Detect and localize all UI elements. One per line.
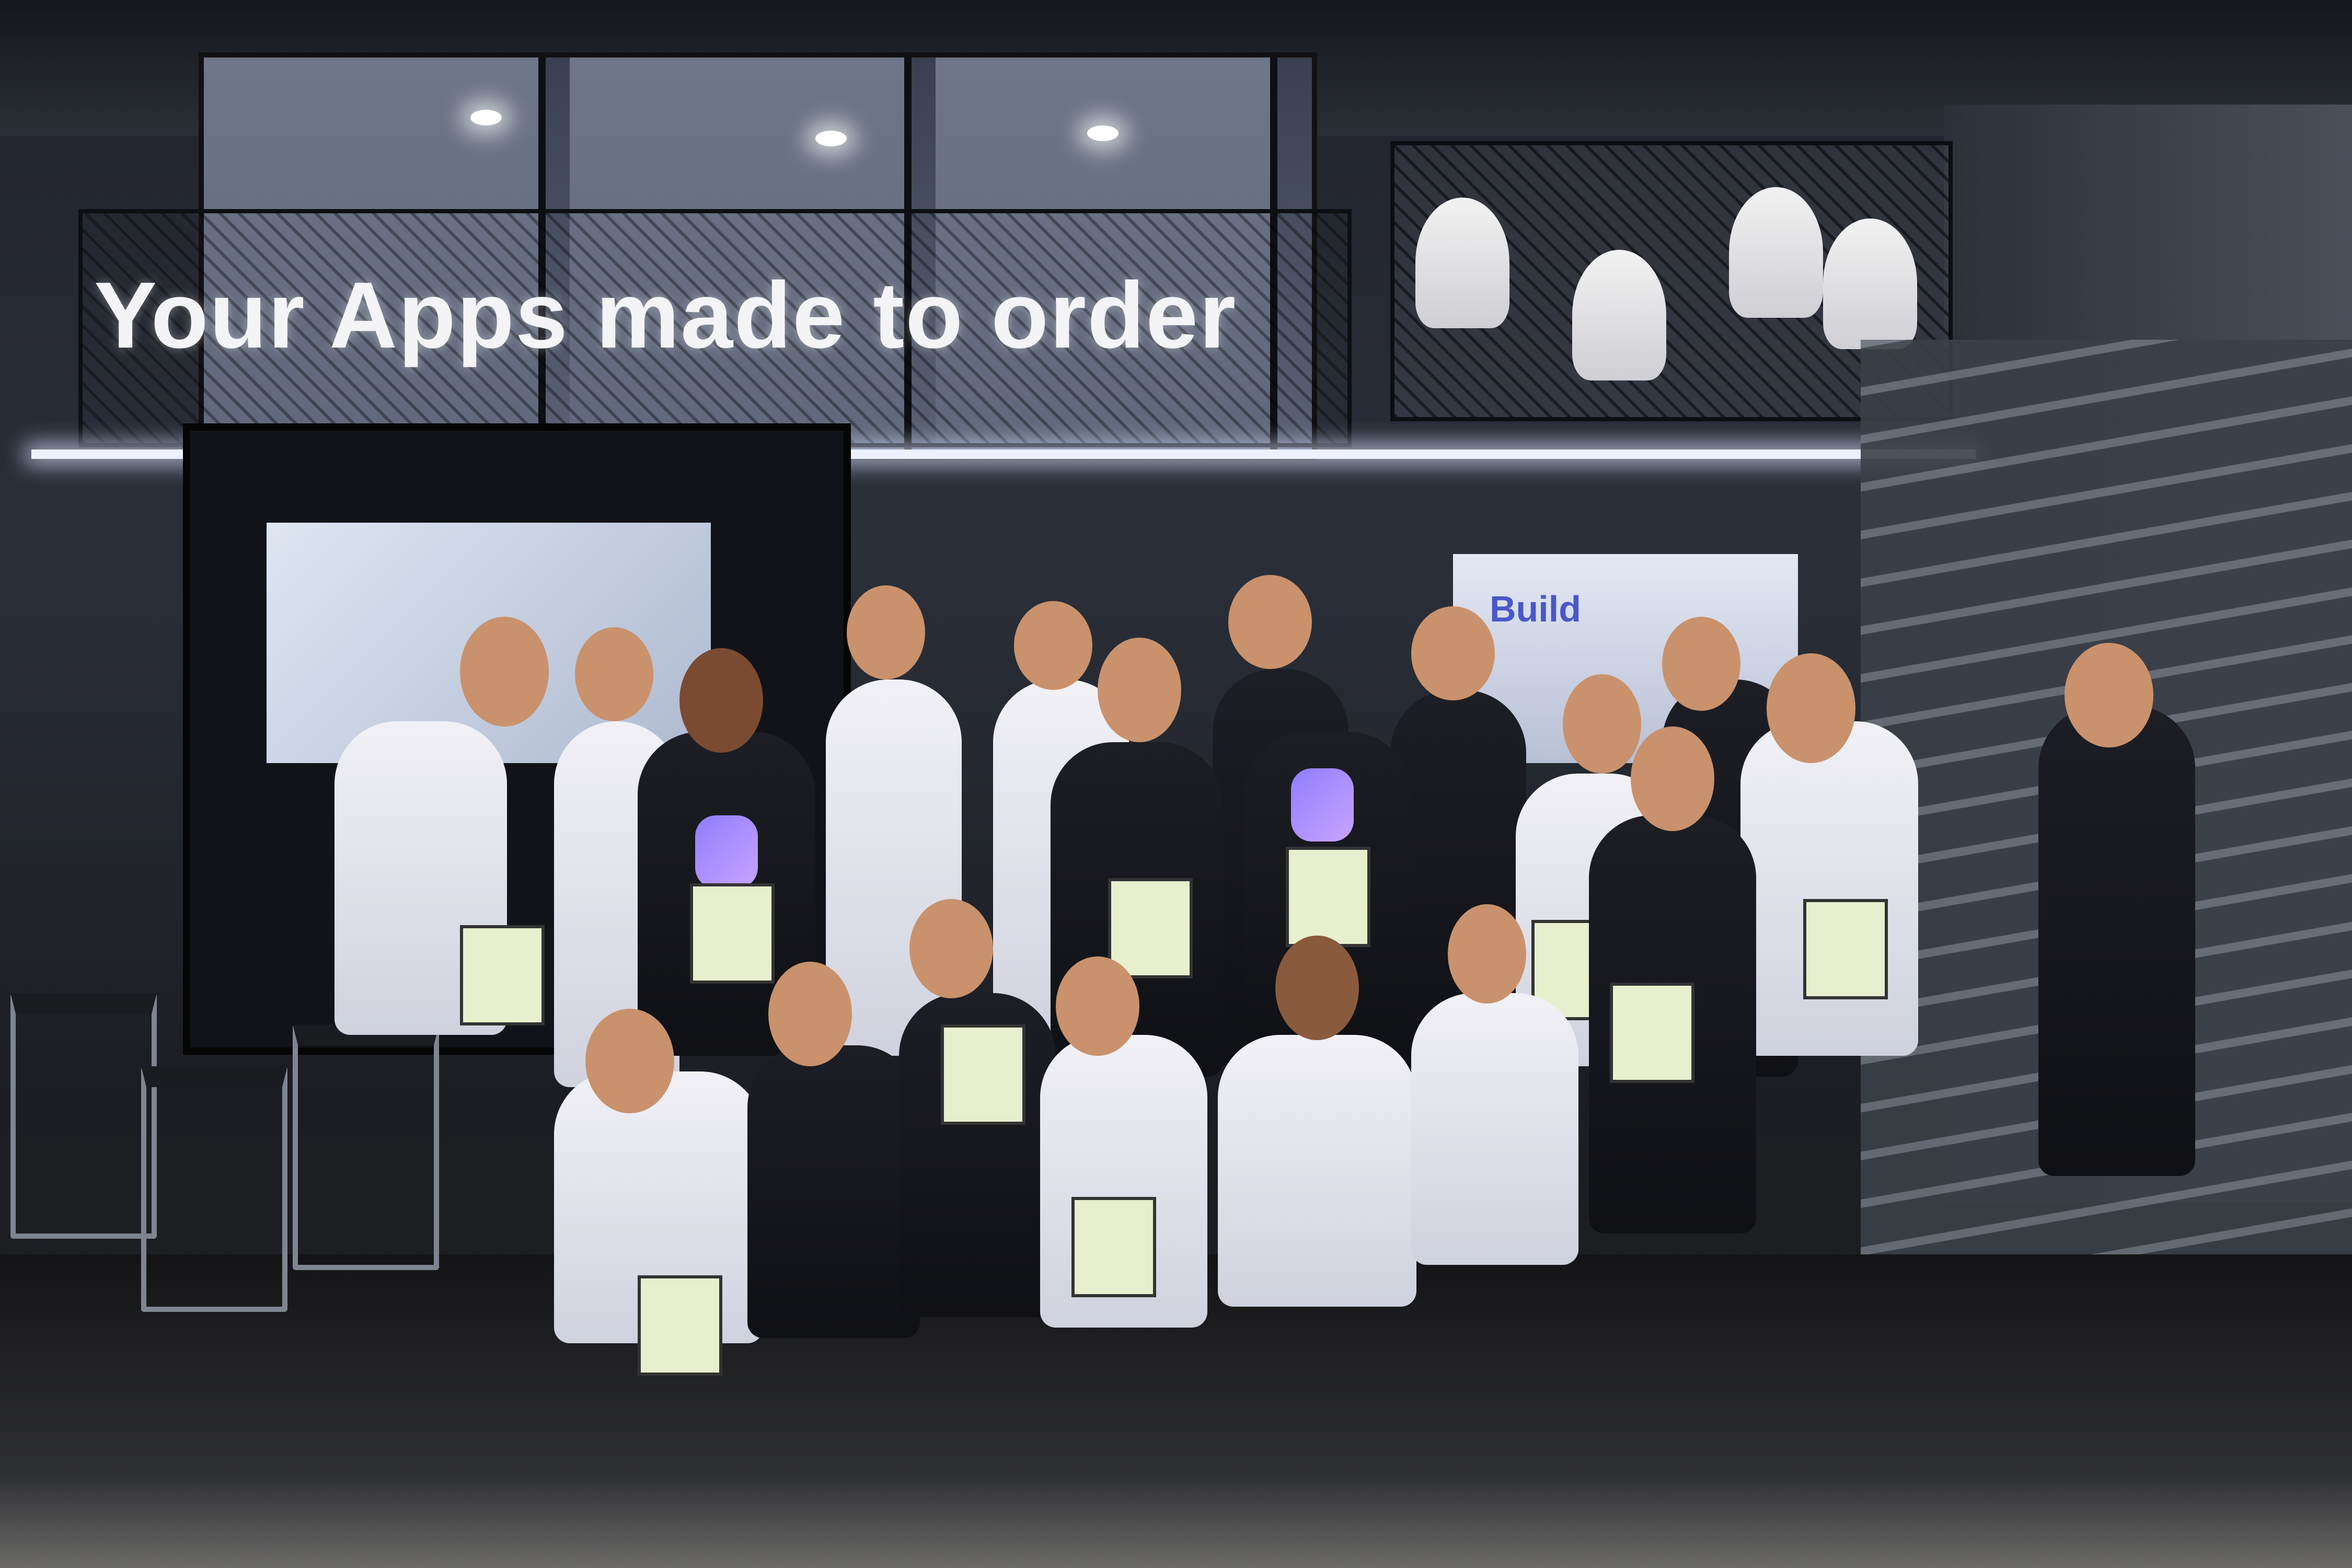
attendee-badge bbox=[1610, 983, 1694, 1083]
attendee-badge bbox=[1071, 1197, 1156, 1297]
person-head bbox=[585, 1009, 674, 1113]
person-head bbox=[575, 627, 653, 721]
person-head bbox=[768, 962, 852, 1066]
logo-b-graphic bbox=[1291, 768, 1354, 841]
person-head bbox=[847, 585, 925, 679]
person-head bbox=[1448, 904, 1526, 1004]
person-head bbox=[1056, 956, 1139, 1056]
person-head bbox=[1098, 638, 1181, 742]
person-head bbox=[679, 648, 763, 753]
person-head bbox=[909, 899, 993, 998]
white-stool bbox=[1823, 218, 1917, 349]
white-stool bbox=[1729, 187, 1823, 318]
person bbox=[1218, 1035, 1416, 1307]
folding-chair bbox=[141, 1066, 287, 1312]
person-head bbox=[1228, 575, 1312, 669]
person-head bbox=[1014, 601, 1092, 690]
person bbox=[1740, 721, 1918, 1056]
attendee-badge bbox=[941, 1024, 1025, 1125]
person-head bbox=[1563, 674, 1641, 774]
ceiling-light bbox=[815, 131, 847, 146]
attendee-badge bbox=[1108, 878, 1193, 978]
white-stool bbox=[1415, 198, 1509, 328]
folding-chair bbox=[293, 1024, 439, 1270]
ceiling-light bbox=[470, 110, 502, 125]
logo-b-graphic bbox=[695, 815, 758, 889]
folding-chair bbox=[10, 993, 157, 1239]
person bbox=[2038, 706, 2195, 1176]
person-head bbox=[460, 617, 549, 727]
attendee-badge bbox=[638, 1275, 722, 1376]
person bbox=[747, 1045, 920, 1338]
person-head bbox=[1767, 653, 1855, 763]
person-head bbox=[1662, 617, 1740, 711]
booth-headline: Your Apps made to order bbox=[94, 263, 1237, 368]
person-head bbox=[2065, 643, 2153, 747]
event-photo: Your Apps made to order Build bbox=[0, 0, 2352, 1568]
white-stool bbox=[1572, 250, 1666, 381]
person-head bbox=[1275, 936, 1359, 1040]
attendee-badge bbox=[460, 925, 545, 1025]
attendee-badge bbox=[1286, 847, 1370, 947]
person bbox=[1411, 993, 1578, 1265]
ceiling-light bbox=[1087, 125, 1119, 141]
attendee-badge bbox=[1803, 899, 1888, 999]
attendee-badge bbox=[690, 883, 775, 984]
person-head bbox=[1631, 727, 1714, 831]
back-screen-text: Build bbox=[1490, 589, 1581, 629]
person-head bbox=[1411, 606, 1495, 700]
